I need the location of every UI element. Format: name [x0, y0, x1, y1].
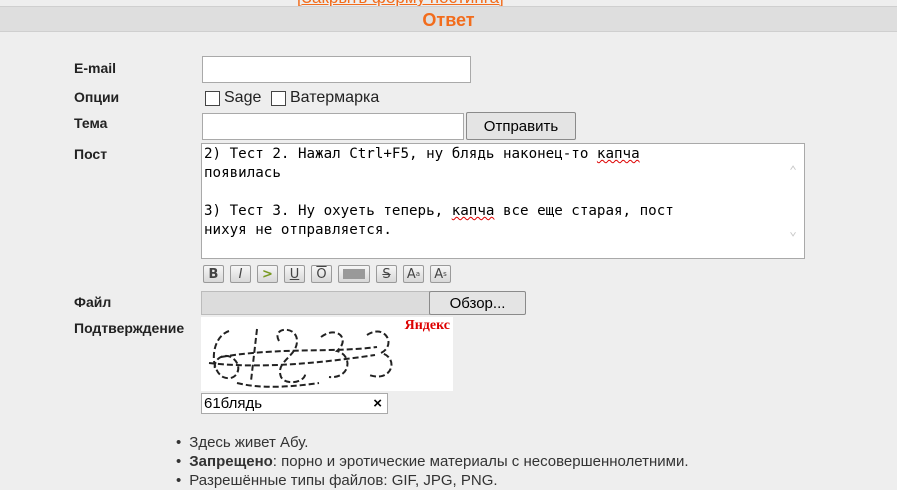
post-line: 3) Тест 3. Ну охуеть теперь, капча все е… [204, 202, 779, 221]
post-line-text: 3) Тест 3. Ну охуеть теперь, [204, 203, 452, 219]
superscript-icon[interactable]: Aa [403, 265, 424, 283]
captcha-image[interactable]: Яндекс [201, 317, 453, 391]
rule-bold: Запрещено [189, 453, 273, 470]
rule-text: : порно и эротические материалы с несове… [272, 453, 689, 470]
italic-icon[interactable]: I [230, 265, 251, 283]
captcha-input[interactable]: 61блядь × [201, 393, 388, 414]
subject-label: Тема [74, 115, 108, 131]
post-line: 2) Тест 2. Нажал Ctrl+F5, ну блядь након… [204, 145, 779, 164]
chevron-up-icon[interactable]: ⌃ [786, 162, 800, 179]
rule-text: Здесь живет Абу. [189, 434, 309, 451]
watermark-label: Ватермарка [290, 89, 380, 106]
post-text[interactable]: 2) Тест 2. Нажал Ctrl+F5, ну блядь након… [204, 145, 779, 240]
markup-toolbar: B I > U O S Aa As [203, 265, 457, 283]
strike-icon[interactable]: S [376, 265, 397, 283]
post-line-text: все еще старая, пост [494, 203, 674, 219]
post-line [204, 183, 779, 202]
subscript-glyph: A [434, 266, 444, 282]
sage-option[interactable]: Sage [205, 89, 261, 107]
post-line-text: 2) Тест 2. Нажал Ctrl+F5, ну блядь након… [204, 146, 597, 162]
rules-list: Здесь живет Абу. Запрещено: порно и эрот… [176, 433, 689, 490]
captcha-input-value: 61блядь [204, 395, 263, 412]
chevron-down-icon[interactable]: ⌄ [786, 222, 800, 239]
bold-icon[interactable]: B [203, 265, 224, 283]
reply-title: Ответ [422, 10, 475, 30]
post-line: появилась [204, 164, 779, 183]
misspelled-word: капча [596, 146, 640, 162]
quote-icon[interactable]: > [257, 265, 278, 283]
captcha-brand: Яндекс [404, 318, 450, 333]
file-label: Файл [74, 294, 112, 310]
superscript-glyph: A [406, 266, 416, 282]
email-label: E-mail [74, 60, 117, 76]
list-item: Запрещено: порно и эротические материалы… [176, 452, 689, 471]
captcha-label: Подтверждение [74, 320, 185, 336]
options-label: Опции [74, 89, 120, 105]
watermark-checkbox[interactable] [271, 90, 286, 106]
email-field[interactable] [202, 56, 471, 83]
watermark-option[interactable]: Ватермарка [271, 89, 379, 107]
overline-icon[interactable]: O [311, 265, 332, 283]
file-path-field[interactable] [201, 291, 430, 315]
submit-button[interactable]: Отправить [466, 112, 576, 140]
post-label: Пост [74, 146, 108, 162]
sage-label: Sage [224, 89, 262, 106]
list-item: Разрешённые типы файлов: GIF, JPG, PNG. [176, 471, 689, 490]
sage-checkbox[interactable] [205, 90, 220, 106]
post-textarea[interactable]: 2) Тест 2. Нажал Ctrl+F5, ну блядь након… [201, 143, 805, 259]
close-icon[interactable]: × [373, 395, 382, 412]
rule-text: Разрешённые типы файлов: GIF, JPG, PNG. [189, 472, 498, 489]
subscript-icon[interactable]: As [430, 265, 451, 283]
post-line-text: нихуя не отправляется. [204, 222, 392, 238]
underline-icon[interactable]: U [284, 265, 305, 283]
misspelled-word: капча [451, 203, 495, 219]
subject-field[interactable] [202, 113, 464, 140]
reply-header-bar: Ответ [0, 6, 897, 32]
browse-button[interactable]: Обзор... [429, 291, 526, 315]
post-line: нихуя не отправляется. [204, 221, 779, 240]
spoiler-icon[interactable] [338, 265, 370, 283]
list-item: Здесь живет Абу. [176, 433, 689, 452]
post-line-text: появилась [204, 165, 281, 181]
